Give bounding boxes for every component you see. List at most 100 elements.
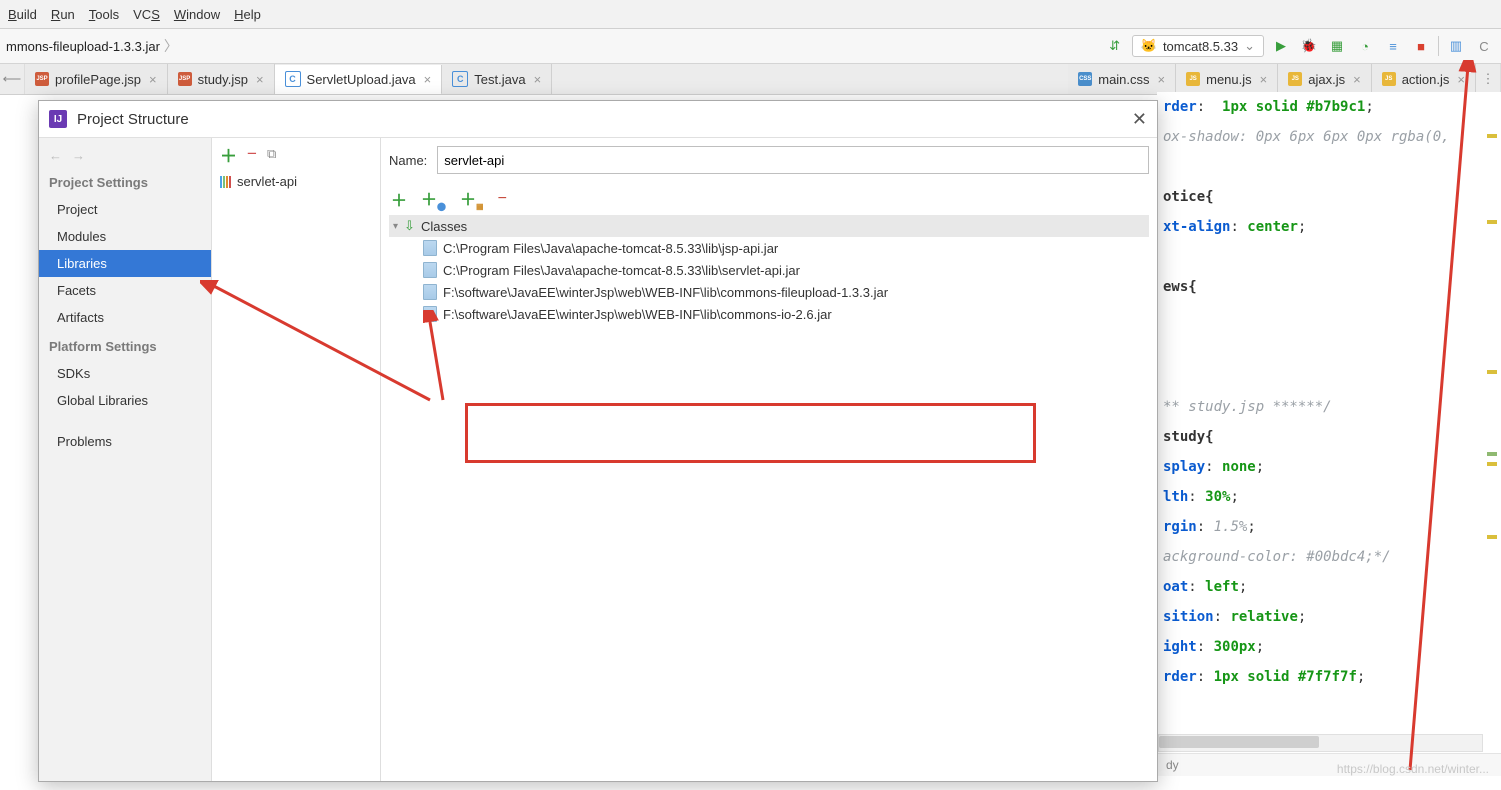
chevron-right-icon: 〉 (164, 36, 178, 56)
menu-help[interactable]: Help (234, 7, 261, 22)
project-structure-dialog: IJ Project Structure ✕ ← → Project Settin… (38, 100, 1158, 782)
library-icon (220, 176, 231, 188)
chevron-down-icon: ⌄ (1244, 38, 1255, 54)
warning-marker[interactable] (1487, 452, 1497, 456)
tab-servletupload[interactable]: CServletUpload.java× (275, 65, 443, 95)
tab-ajaxjs[interactable]: JSajax.js× (1278, 64, 1371, 94)
js-icon: JS (1382, 72, 1396, 86)
tab-menujs[interactable]: JSmenu.js× (1176, 64, 1278, 94)
close-icon[interactable]: × (1158, 72, 1166, 87)
tab-scroll-left[interactable]: ⟵ (0, 64, 25, 94)
profile-button[interactable]: ◔ (1354, 35, 1376, 57)
close-icon[interactable]: ✕ (1132, 109, 1147, 130)
warning-marker[interactable] (1487, 535, 1497, 539)
close-icon[interactable]: × (1457, 72, 1465, 87)
close-icon[interactable]: × (534, 72, 542, 87)
menu-run[interactable]: Run (51, 7, 75, 22)
run-button[interactable]: ▶ (1270, 35, 1292, 57)
tab-test[interactable]: CTest.java× (442, 64, 552, 94)
library-list-item[interactable]: servlet-api (212, 170, 380, 193)
dialog-title: Project Structure (77, 111, 189, 128)
menu-build[interactable]: BBuilduild (8, 7, 37, 22)
menu-bar: BBuilduild Run Tools VCS Window Help (0, 0, 1501, 29)
java-class-icon: C (452, 71, 468, 87)
toolbar-row: mmons-fileupload-1.3.3.jar 〉 ⇵ 🐱 tomcat8… (0, 29, 1501, 64)
nav-group-platform: Platform Settings (39, 331, 211, 360)
dialog-nav: ← → Project Settings Project Modules Libr… (39, 138, 212, 781)
copy-library-icon[interactable]: ⧉ (267, 146, 276, 162)
jsp-icon: JSP (35, 72, 49, 86)
warning-marker[interactable] (1487, 370, 1497, 374)
add-exclude-icon[interactable]: ＋▦ (460, 186, 484, 211)
nav-forward-icon[interactable]: → (72, 148, 85, 163)
nav-item-artifacts[interactable]: Artifacts (39, 304, 211, 331)
editor-area[interactable]: rder: 1px solid #b7b9c1;ox-shadow: 0px 6… (1157, 92, 1501, 790)
horizontal-scrollbar[interactable] (1158, 734, 1483, 752)
jar-icon (423, 306, 437, 322)
dialog-titlebar: IJ Project Structure ✕ (39, 101, 1157, 138)
nav-item-sdks[interactable]: SDKs (39, 360, 211, 387)
jar-icon (423, 240, 437, 256)
add-library-icon[interactable]: ＋ (220, 142, 237, 167)
js-icon: JS (1288, 72, 1302, 86)
expand-icon[interactable]: ▾ (393, 221, 398, 232)
jar-item[interactable]: C:\Program Files\Java\apache-tomcat-8.5.… (389, 259, 1149, 281)
nav-item-problems[interactable]: Problems (39, 428, 211, 455)
jar-item[interactable]: C:\Program Files\Java\apache-tomcat-8.5.… (389, 237, 1149, 259)
tab-maincss[interactable]: CSSmain.css× (1068, 64, 1176, 94)
jar-icon (423, 284, 437, 300)
search-icon[interactable]: C (1473, 35, 1495, 57)
nav-group-project: Project Settings (39, 167, 211, 196)
classes-group-icon: ⇩ (404, 218, 415, 234)
js-icon: JS (1186, 72, 1200, 86)
editor-tabs: ⟵ JSPprofilePage.jsp× JSPstudy.jsp× CSer… (0, 64, 1501, 95)
jar-item[interactable]: F:\software\JavaEE\winterJsp\web\WEB-INF… (389, 303, 1149, 325)
tab-actionjs[interactable]: JSaction.js× (1372, 64, 1476, 94)
close-icon[interactable]: × (256, 72, 264, 87)
add-from-maven-icon[interactable]: ＋⬤ (421, 186, 446, 211)
library-name-input[interactable] (437, 146, 1149, 174)
nav-item-project[interactable]: Project (39, 196, 211, 223)
remove-classes-icon[interactable]: − (498, 190, 507, 208)
menu-vcs[interactable]: VCS (133, 7, 160, 22)
tab-profilepage[interactable]: JSPprofilePage.jsp× (25, 64, 168, 94)
nav-item-libraries[interactable]: Libraries (39, 250, 211, 277)
nav-item-modules[interactable]: Modules (39, 223, 211, 250)
stop-button[interactable]: ■ (1410, 35, 1432, 57)
close-icon[interactable]: × (1353, 72, 1361, 87)
sync-icon[interactable]: ⇵ (1104, 35, 1126, 57)
classes-tree: ▾ ⇩ Classes C:\Program Files\Java\apache… (389, 215, 1149, 325)
close-icon[interactable]: × (424, 72, 432, 87)
library-list-column: ＋ − ⧉ servlet-api (212, 138, 381, 781)
attach-button[interactable]: ≡ (1382, 35, 1404, 57)
jsp-icon: JSP (178, 72, 192, 86)
css-icon: CSS (1078, 72, 1092, 86)
nav-item-facets[interactable]: Facets (39, 277, 211, 304)
name-label: Name: (389, 153, 427, 168)
jar-icon (423, 262, 437, 278)
library-detail-panel: Name: ＋ ＋⬤ ＋▦ − ▾ ⇩ Classes C:\Program F… (381, 138, 1157, 781)
project-structure-icon[interactable]: ▥ (1445, 35, 1467, 57)
tomcat-icon: 🐱 (1141, 38, 1157, 54)
menu-window[interactable]: Window (174, 7, 220, 22)
close-icon[interactable]: × (1260, 72, 1268, 87)
warning-marker[interactable] (1487, 220, 1497, 224)
menu-tools[interactable]: Tools (89, 7, 119, 22)
nav-back-icon[interactable]: ← (49, 148, 62, 163)
run-config-select[interactable]: 🐱 tomcat8.5.33 ⌄ (1132, 35, 1264, 57)
warning-marker[interactable] (1487, 134, 1497, 138)
remove-library-icon[interactable]: − (247, 144, 257, 164)
classes-node[interactable]: ▾ ⇩ Classes (389, 215, 1149, 237)
tab-study[interactable]: JSPstudy.jsp× (168, 64, 275, 94)
breadcrumb-segment[interactable]: mmons-fileupload-1.3.3.jar (6, 39, 160, 54)
jar-item[interactable]: F:\software\JavaEE\winterJsp\web\WEB-INF… (389, 281, 1149, 303)
intellij-icon: IJ (49, 110, 67, 128)
java-class-icon: C (285, 71, 301, 87)
nav-item-global-libraries[interactable]: Global Libraries (39, 387, 211, 414)
debug-button[interactable]: 🐞 (1298, 35, 1320, 57)
coverage-button[interactable]: ▦ (1326, 35, 1348, 57)
tab-overflow[interactable]: ⋮ (1476, 64, 1501, 94)
add-classes-icon[interactable]: ＋ (391, 187, 407, 211)
close-icon[interactable]: × (149, 72, 157, 87)
warning-marker[interactable] (1487, 462, 1497, 466)
